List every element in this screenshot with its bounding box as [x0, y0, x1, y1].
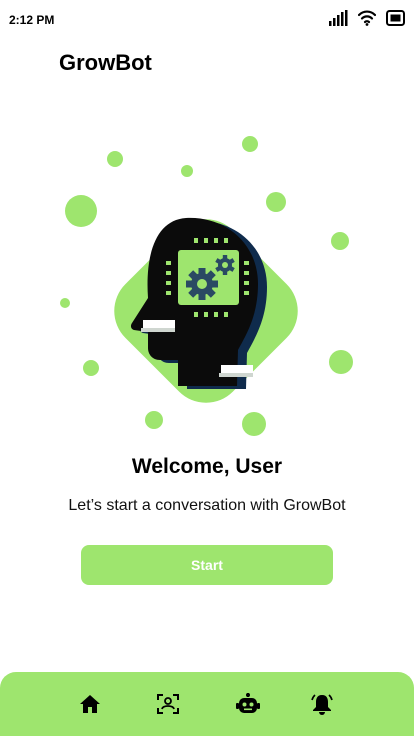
bottom-nav	[0, 672, 414, 736]
nav-home[interactable]	[76, 690, 104, 718]
nav-notifications[interactable]	[308, 690, 336, 718]
status-bar: 2:12 PM	[0, 0, 414, 40]
battery-icon	[386, 10, 406, 26]
app-title: GrowBot	[59, 50, 152, 75]
welcome-subtitle: Let’s start a conversation with GrowBot	[68, 497, 346, 514]
scan-icon	[156, 693, 180, 715]
home-icon	[79, 694, 101, 714]
bell-icon	[311, 693, 333, 715]
gear-icon	[186, 268, 218, 300]
nav-bot[interactable]	[234, 690, 262, 718]
hero-illustration	[60, 136, 353, 436]
signal-icon	[328, 10, 348, 26]
status-icons	[328, 10, 406, 26]
welcome-heading: Welcome, User	[131, 455, 283, 478]
bot-icon	[236, 693, 260, 715]
nav-scan[interactable]	[154, 690, 182, 718]
status-time: 2:12 PM	[9, 13, 55, 27]
start-button[interactable]: Start	[81, 545, 333, 585]
wifi-icon	[358, 10, 376, 26]
